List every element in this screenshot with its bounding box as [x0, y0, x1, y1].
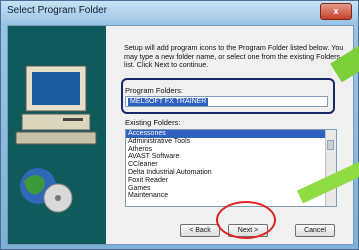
list-item[interactable]: AVAST Software [126, 153, 336, 161]
back-button[interactable]: < Back [180, 224, 220, 237]
list-item[interactable]: Accessories [126, 130, 326, 138]
list-item[interactable]: Delta Industrial Automation [126, 169, 336, 177]
program-folders-label: Program Folders: [125, 86, 183, 95]
close-button[interactable]: x [320, 3, 352, 20]
instructions-text: Setup will add program icons to the Prog… [124, 43, 344, 70]
cancel-button[interactable]: Cancel [295, 224, 335, 237]
scrollbar-thumb[interactable] [327, 140, 334, 150]
program-folder-value: MELSOFT FX TRAINER [128, 98, 209, 106]
setup-illustration [8, 26, 106, 244]
existing-folders-label: Existing Folders: [125, 118, 181, 127]
list-item[interactable]: Administrative Tools [126, 138, 336, 146]
list-item[interactable]: CCleaner [126, 161, 336, 169]
dialog-title: Select Program Folder [7, 5, 108, 16]
next-callout-circle [216, 201, 276, 239]
program-folder-input[interactable]: MELSOFT FX TRAINER [125, 96, 328, 107]
title-bar[interactable]: Select Program Folder x [1, 1, 358, 23]
list-scrollbar[interactable] [325, 130, 336, 206]
list-item[interactable]: Atheros [126, 146, 336, 154]
list-item[interactable]: Foxit Reader [126, 177, 336, 185]
dialog-body: Setup will add program icons to the Prog… [7, 25, 354, 245]
dialog-window: Select Program Folder x Setup will add p… [0, 0, 359, 250]
